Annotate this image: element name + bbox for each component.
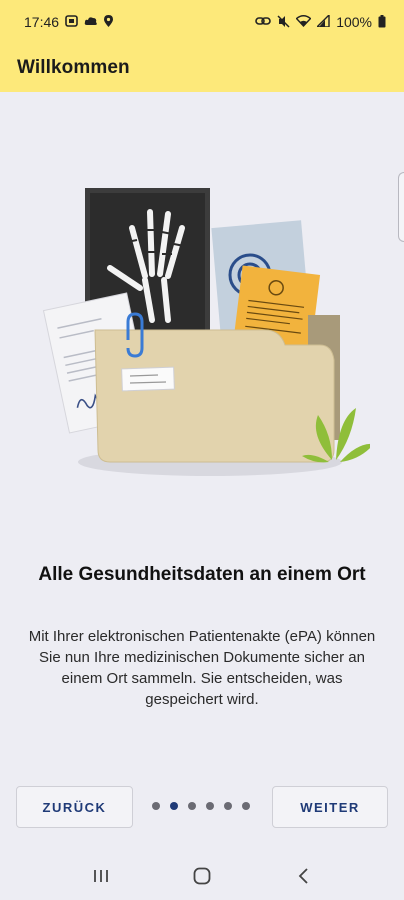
status-right: 100% [255, 13, 386, 30]
back-button[interactable]: ZURÜCK [16, 786, 133, 828]
onboarding-description: Mit Ihrer elektronischen Patientenakte (… [28, 628, 376, 708]
page-dot [188, 802, 196, 810]
location-icon [104, 15, 114, 29]
page-title: Willkommen [17, 57, 130, 78]
page-dot [170, 802, 178, 810]
link-icon [255, 16, 271, 28]
signal-icon [315, 13, 330, 29]
system-nav-bar [0, 852, 404, 900]
page-dot [224, 802, 232, 810]
page-dot [206, 802, 214, 810]
battery-percent: 100% [336, 14, 372, 30]
battery-icon [378, 14, 386, 30]
onboarding-headline: Alle Gesundheitsdaten an einem Ort [38, 564, 366, 585]
status-time: 17:46 [24, 14, 60, 30]
status-bar: 17:46 100% [0, 0, 404, 44]
edge-panel-handle[interactable] [398, 172, 404, 242]
page-dot [242, 802, 250, 810]
folder [94, 329, 335, 463]
home-icon[interactable] [182, 861, 222, 891]
wifi-icon [295, 15, 312, 29]
page-dot [152, 802, 160, 810]
recent-apps-icon[interactable] [81, 861, 121, 891]
folder-label [121, 366, 175, 392]
app-bar: Willkommen [0, 44, 404, 92]
cloud-icon [84, 16, 98, 28]
status-left: 17:46 [24, 14, 114, 30]
sim-icon [65, 15, 78, 29]
health-documents-illustration [40, 180, 374, 480]
mute-icon [277, 14, 290, 30]
back-icon[interactable] [283, 861, 323, 891]
page-indicator [152, 802, 250, 810]
next-button[interactable]: WEITER [272, 786, 388, 828]
